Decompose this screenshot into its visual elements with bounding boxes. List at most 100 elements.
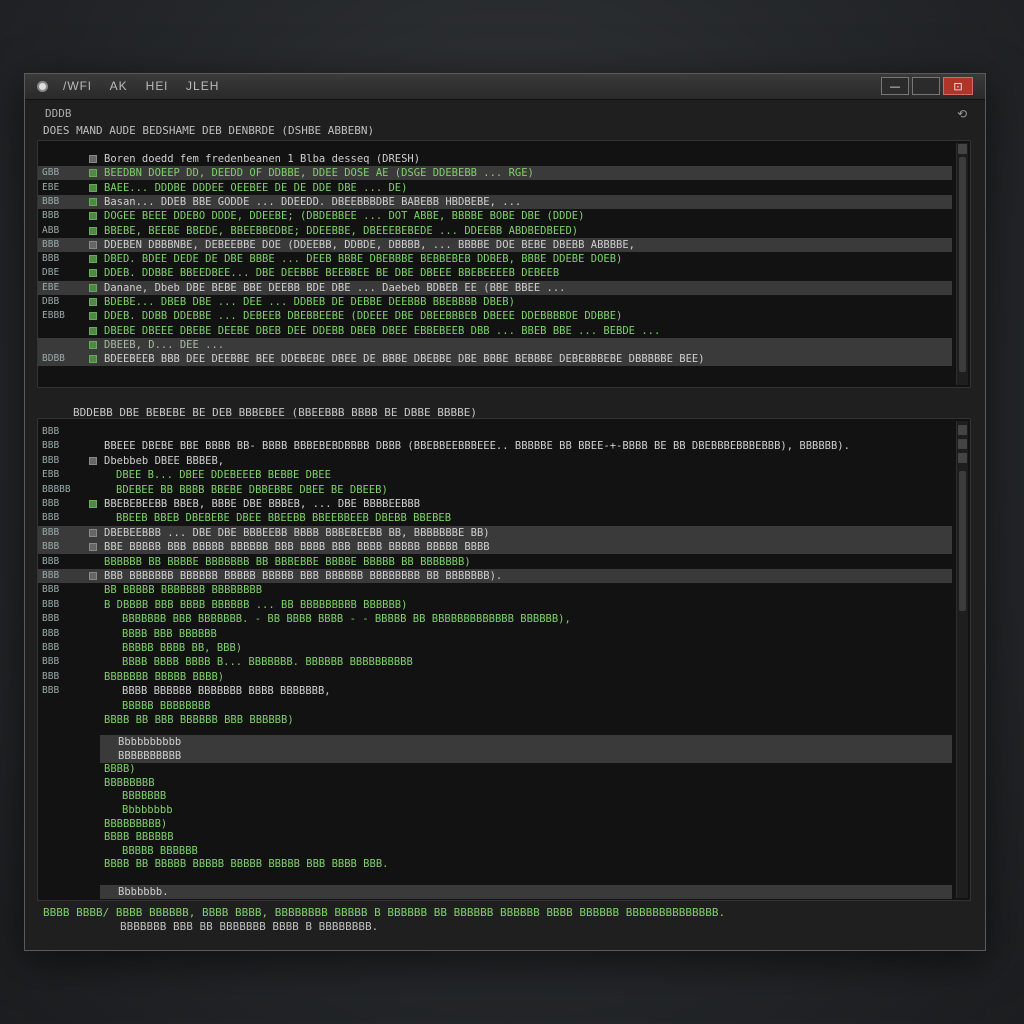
bottom-row[interactable]: BBB BBEEE DBEBE BBE BBBB BB- BBBB BBBEBEB… [38,439,952,453]
code-text: BBE BBBBB BBB BBBBB BBBBBB BBB BBBB BBB … [104,541,490,554]
bottom-row[interactable]: BBB BBBBB BBBB BB, BBB) [38,641,952,655]
bottom-row[interactable]: BBBBB BDEBEE BB BBBB BBEBE DBBEBBE DBEE B… [38,483,952,497]
top-row[interactable]: BBB Basan... DDEB BBE GODDE ... DDEEDD. D… [38,194,952,209]
row-checkbox[interactable] [89,500,97,508]
scroll-thumb[interactable] [959,157,966,372]
bottom-row[interactable]: BBB BBEBEBEEBB BBEB, BBBE DBE BBBEB, ... … [38,497,952,511]
code-text: BBEBEBEEBB BBEB, BBBE DBE BBBEB, ... DBE… [104,498,421,510]
row-checkbox[interactable] [89,340,97,349]
bottom-lower-row[interactable]: BBBB BB BBBBB BBBBB BBBBB BBBBB BBB BBBB… [100,857,952,871]
maximize-button[interactable] [912,77,940,95]
line-gutter: BBB [42,195,60,207]
row-checkbox[interactable] [89,169,97,178]
bottom-lower-row[interactable] [100,871,952,885]
minimize-button[interactable]: — [881,77,909,95]
row-checkbox[interactable] [89,155,97,163]
code-text: DDEB. DDBBE BBEEDBEE... DBE DEEBBE BEEBB… [104,267,560,280]
line-gutter: BBB [42,613,60,625]
menu-item-2[interactable]: AK [110,79,128,93]
row-checkbox[interactable] [89,212,97,221]
bottom-row[interactable]: BBB BBBBBB BB BBBBE BBBBBBB BB BBBEBBE BB… [38,555,952,569]
row-checkbox[interactable] [89,543,97,552]
line-gutter: EBBB [42,310,65,322]
app-icon[interactable] [37,81,48,92]
bottom-lower-row[interactable]: BBBB) [100,762,952,776]
row-checkbox[interactable] [89,528,97,537]
bottom-row[interactable]: BBB BBBBBBB BBB BBBBBBB. - BB BBBB BBBB -… [38,612,952,626]
top-row[interactable]: Boren doedd fem fredenbeanen 1 Blba dess… [38,152,952,166]
bottom-lower-row[interactable]: BBBB BBBBBB [100,830,952,844]
top-row[interactable]: BBB DDEBEN DBBBNBE, DEBEEBBE DOE (DDEEBB,… [38,237,952,252]
bottom-row[interactable]: BBB BBBB BBBBBB BBBBBBB BBBB BBBBBBB, [38,684,952,698]
top-output-pane[interactable]: Boren doedd fem fredenbeanen 1 Blba dess… [37,140,971,388]
code-text: BBBB BBBBBB BBBBBBB BBBB BBBBBBB, [122,685,331,698]
row-checkbox[interactable] [89,183,97,192]
scroll-mid-arrow-icon[interactable] [958,439,967,449]
top-row[interactable]: DBEEB, D... DEE ... [38,337,952,352]
top-row[interactable]: EBBB DDEB. DDBB DDEBBE ... DEBEEB DBEBBEE… [38,309,952,323]
code-text: BBBB) [104,763,136,776]
bottom-lower-row[interactable]: Bbbbbbbb [100,803,952,817]
bottom-row[interactable]: BBB BB BBBBB BBBBBBB BBBBBBBB [38,583,952,597]
bottom-row[interactable]: BBB BBBB BBBB BBBB B... BBBBBBB. BBBBBB B… [38,655,952,669]
top-row[interactable]: EBE BAEE... DDDBE DDDEE OEEBEE DE DE DDE … [38,181,952,195]
bottom-lower-row[interactable]: BBBBBBB [100,789,952,803]
line-gutter: DBB [42,296,60,307]
bottom-row[interactable]: BBB DBEBEEBBB ... DBE DBE BBBEEBB BBBB BB… [38,525,952,540]
bottom-output-pane[interactable]: BBB BBB BBEEE DBEBE BBE BBBB BB- BBBB BBBE… [37,418,971,901]
bottom-row[interactable]: BBBB BB BBB BBBBBB BBB BBBBBB) [38,713,952,727]
top-row[interactable]: DBB BDEBE... DBEB DBE ... DEE ... DDBEB D… [38,295,952,309]
bottom-row[interactable]: EBB DBEE B... DBEE DDEBEEEB BEBBE DBEE [38,468,952,482]
row-checkbox[interactable] [89,456,97,465]
menu-item-3[interactable]: HEl [146,79,168,93]
bottom-row[interactable]: BBB Dbebbeb DBEE BBBEB, [38,454,952,468]
bottom-lower-row[interactable]: BBBBBBBB [100,776,952,790]
bottom-lower-row[interactable]: BBBBBBBBBB [100,748,952,763]
row-checkbox[interactable] [89,255,97,264]
row-checkbox[interactable] [89,240,97,249]
top-row[interactable]: ABB BBEBE, BEEBE BBEDE, BBEEBBEDBE; DDEEB… [38,224,952,238]
top-row[interactable]: BBB DOGEE BEEE DDEBO DDDE, DDEEBE; (DBDEB… [38,209,952,223]
top-row[interactable]: BDBB BDEEBEEB BBB DEE DEEBBE BEE DDEBEBE … [38,352,952,367]
menu-item-1[interactable]: /WFl [63,79,92,93]
bottom-row[interactable]: BBB BBE BBBBB BBB BBBBB BBBBBB BBB BBBB B… [38,540,952,555]
bottom-lower-row[interactable]: BBBBB BBBBBB [100,844,952,858]
row-checkbox[interactable] [89,572,97,580]
bottom-row[interactable]: BBBBB BBBBBBBB [38,699,952,713]
scroll-up-arrow-icon[interactable] [958,144,967,154]
bottom-scrollbar[interactable] [956,421,968,898]
row-checkbox[interactable] [89,269,97,278]
row-checkbox[interactable] [89,312,97,321]
close-button[interactable]: ⊡ [943,77,973,95]
line-gutter: BBB [42,498,60,509]
top-row[interactable]: BBB DBED. BDEE DEDE DE DBE BBBE ... DEEB … [38,252,952,266]
row-checkbox[interactable] [89,355,97,364]
bottom-lower-row[interactable]: Bbbbbbbbbb [100,735,952,749]
top-row[interactable]: EBE Danane, Dbeb DBE BEBE BBE DEEBB BDE D… [38,280,952,295]
scroll-down-arrow-icon[interactable] [958,453,967,463]
row-checkbox[interactable] [89,298,97,306]
bottom-row[interactable]: BBB BBBB BBB BBBBBB [38,627,952,641]
top-row[interactable]: GBB BEEDBN DOEEP DD, DEEDD OF DDBBE, DDEE… [38,166,952,181]
scroll-up-arrow-icon[interactable] [958,425,967,435]
bottom-lower-row[interactable]: Bbbbbbb. [100,884,952,899]
top-scrollbar[interactable] [956,143,968,385]
bottom-lower-row[interactable]: BBBBBBBBB) [100,817,952,831]
line-gutter: GBB [42,167,60,179]
scroll-thumb[interactable] [959,471,966,611]
row-checkbox[interactable] [89,326,97,335]
row-checkbox[interactable] [89,197,97,206]
bottom-row[interactable]: BBB BBEEB BBEB DBEBEBE DBEE BBEEBB BBEEBB… [38,511,952,525]
bottom-row[interactable]: BBB [38,425,952,439]
line-gutter: BBB [42,685,60,697]
top-row[interactable]: DBEBE DBEEE DBEBE DEEBE DBEB DEE DDEBB D… [38,324,952,338]
code-text: DDEBEN DBBBNBE, DEBEEBBE DOE (DDEEBB, DD… [104,238,636,251]
bottom-row[interactable]: BBB BBBBBBB BBBBB BBBB) [38,670,952,684]
bottom-row[interactable]: BBB BBB BBBBBBB BBBBBB BBBBB BBBBB BBB BB… [38,569,952,583]
menu-item-4[interactable]: JLEH [186,79,219,93]
row-checkbox[interactable] [89,226,97,235]
top-row[interactable]: DBE DDEB. DDBBE BBEEDBEE... DBE DEEBBE BE… [38,266,952,280]
bottom-row[interactable]: BBB B DBBBB BBB BBBB BBBBBB ... BB BBBBBB… [38,598,952,612]
refresh-icon[interactable]: ⟲ [957,107,967,121]
row-checkbox[interactable] [89,283,97,292]
